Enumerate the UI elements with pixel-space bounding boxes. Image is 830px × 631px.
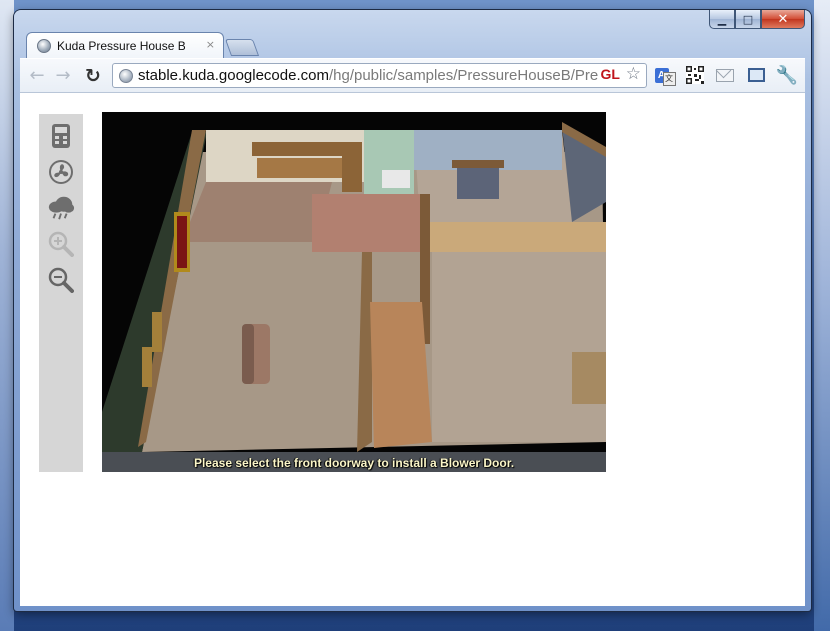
cloud-rain-icon[interactable]: [47, 194, 75, 222]
browser-toolbar: ← → ↻ stable.kuda.googlecode.com/hg/publ…: [20, 58, 805, 93]
fan-icon[interactable]: [47, 158, 75, 186]
zoom-in-icon[interactable]: [47, 230, 75, 258]
qr-code-icon[interactable]: [684, 64, 706, 86]
star-icon[interactable]: ☆: [626, 64, 641, 84]
wrench-icon[interactable]: 🔧: [776, 64, 798, 86]
maximize-button[interactable]: □: [735, 10, 761, 29]
globe-icon: [119, 68, 133, 83]
house-3d-view[interactable]: Please select the front doorway to insta…: [102, 112, 606, 472]
tab-kuda-pressure-house[interactable]: Kuda Pressure House B ×: [26, 32, 224, 58]
tool-sidebar: [39, 114, 83, 472]
desktop-background-left: [0, 0, 14, 631]
close-window-button[interactable]: ✕: [761, 10, 805, 29]
new-tab-button[interactable]: [224, 39, 260, 56]
mail-icon[interactable]: [714, 64, 736, 86]
back-arrow-icon[interactable]: ←: [26, 65, 48, 87]
desktop-background-right: [814, 0, 830, 631]
forward-arrow-icon[interactable]: →: [52, 65, 74, 87]
url-text[interactable]: stable.kuda.googlecode.com/hg/public/sam…: [138, 67, 598, 84]
house-floorplan-render[interactable]: [102, 112, 606, 472]
translate-icon[interactable]: A 文: [654, 64, 676, 86]
gl-extension-icon[interactable]: GL: [601, 66, 620, 82]
reload-icon[interactable]: ↻: [82, 65, 104, 87]
translate-sub-badge: 文: [662, 72, 676, 86]
tab-close-icon[interactable]: ×: [206, 38, 215, 51]
tab-title: Kuda Pressure House B: [57, 38, 185, 53]
page-content: Please select the front doorway to insta…: [20, 92, 805, 606]
window-controls: ▁ □ ✕: [709, 10, 805, 30]
browser-window: ▁ □ ✕ Kuda Pressure House B × ← → ↻ stab…: [14, 10, 811, 611]
meter-icon[interactable]: [47, 122, 75, 150]
url-path: /hg/public/samples/PressureHouseB/Pres: [328, 67, 598, 84]
scene-instruction-text: Please select the front doorway to insta…: [193, 456, 515, 470]
address-bar[interactable]: stable.kuda.googlecode.com/hg/public/sam…: [112, 63, 647, 88]
globe-icon: [37, 38, 51, 53]
minimize-button[interactable]: ▁: [709, 10, 735, 29]
fullscreen-icon[interactable]: [745, 64, 767, 86]
tab-strip: Kuda Pressure House B ×: [26, 30, 426, 58]
url-host: stable.kuda.googlecode.com: [138, 67, 329, 84]
zoom-out-icon[interactable]: [47, 266, 75, 294]
